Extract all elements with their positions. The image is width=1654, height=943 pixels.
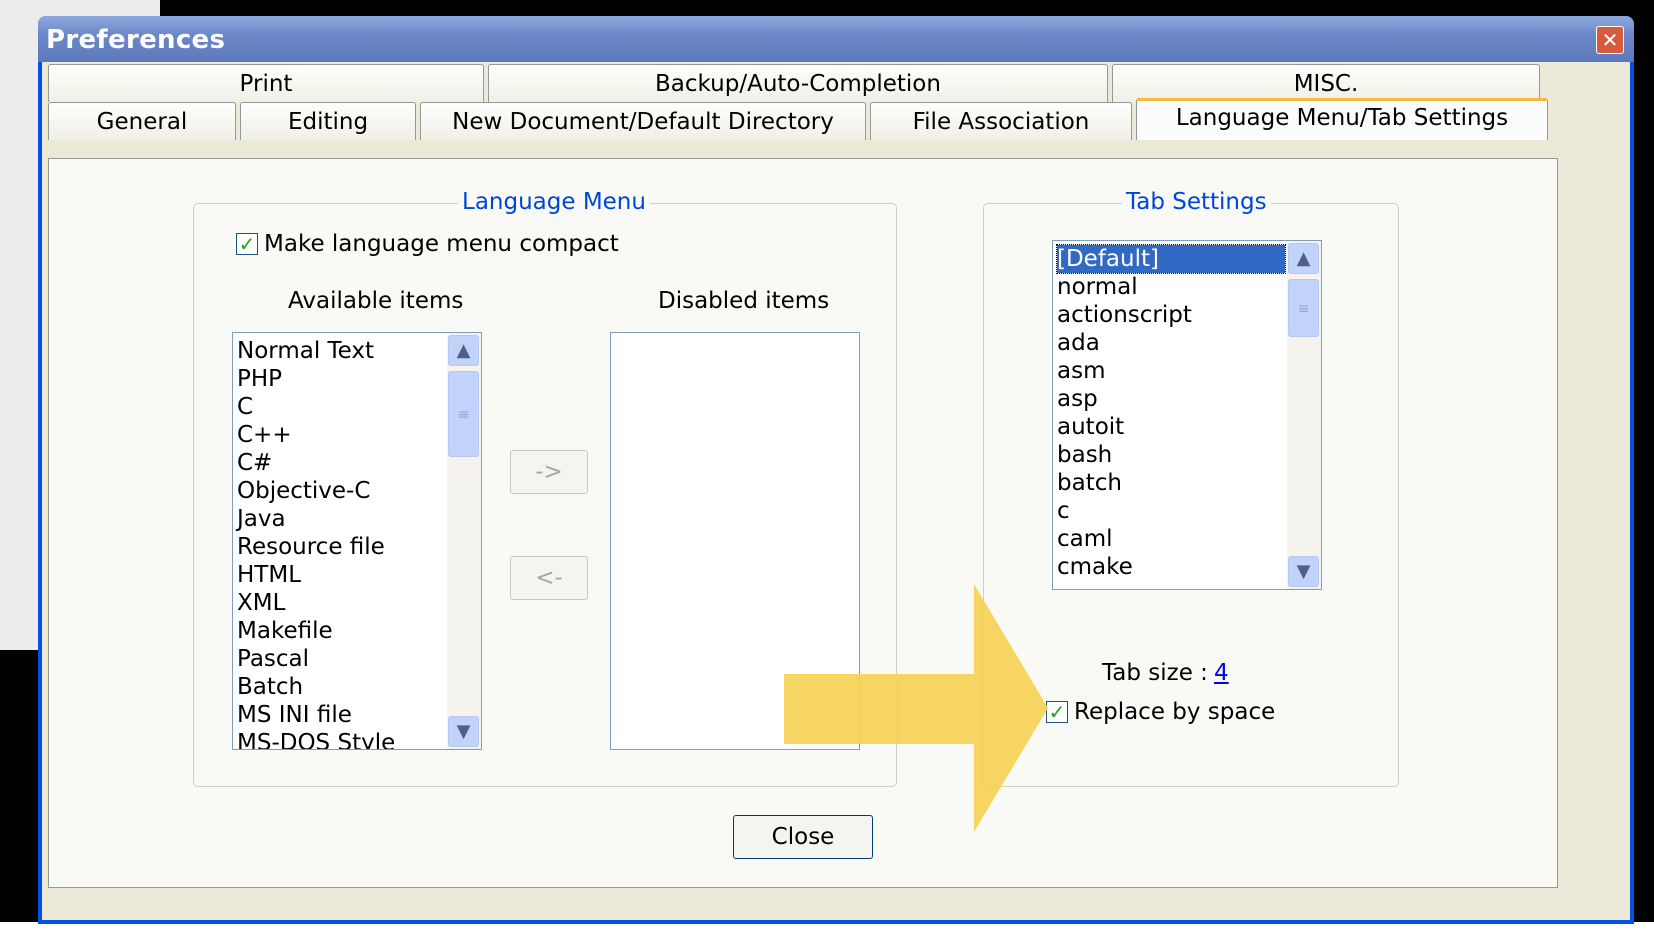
tab-settings-legend: Tab Settings: [1122, 189, 1271, 215]
list-item[interactable]: PHP: [237, 365, 445, 393]
tab-new-document-default-directory[interactable]: New Document/Default Directory: [420, 102, 866, 140]
list-item[interactable]: MS INI file: [237, 701, 445, 729]
list-item[interactable]: Batch: [237, 673, 445, 701]
list-item[interactable]: HTML: [237, 561, 445, 589]
list-item[interactable]: caml: [1057, 525, 1285, 553]
language-tab-scrollbar[interactable]: ▲ ≡ ▼: [1287, 241, 1321, 589]
close-icon[interactable]: ✕: [1596, 26, 1624, 54]
move-left-button[interactable]: <-: [510, 556, 588, 600]
title-bar[interactable]: Preferences ✕: [38, 16, 1634, 62]
scroll-down-icon[interactable]: ▼: [448, 716, 479, 747]
tab-misc[interactable]: MISC.: [1112, 64, 1540, 102]
list-item[interactable]: C++: [237, 421, 445, 449]
list-item[interactable]: asp: [1057, 385, 1285, 413]
tab-editing[interactable]: Editing: [240, 102, 416, 140]
scroll-down-icon[interactable]: ▼: [1288, 556, 1319, 587]
tab-print[interactable]: Print: [48, 64, 484, 102]
replace-by-space-label: Replace by space: [1074, 699, 1276, 725]
list-item[interactable]: actionscript: [1057, 301, 1285, 329]
list-item[interactable]: Java: [237, 505, 445, 533]
language-menu-legend: Language Menu: [458, 189, 650, 215]
language-tab-list[interactable]: [Default] normal actionscript ada asm as…: [1052, 240, 1322, 590]
window-title: Preferences: [46, 25, 226, 55]
list-item[interactable]: cmake: [1057, 553, 1285, 581]
list-item[interactable]: Resource file: [237, 533, 445, 561]
check-icon[interactable]: ✓: [236, 232, 258, 256]
scroll-thumb[interactable]: ≡: [1288, 279, 1319, 337]
tab-size-value-link[interactable]: 4: [1214, 660, 1229, 686]
list-item[interactable]: Makefile: [237, 617, 445, 645]
available-items-list[interactable]: Normal Text PHP C C++ C# Objective-C Jav…: [232, 332, 482, 750]
list-item[interactable]: asm: [1057, 357, 1285, 385]
replace-by-space-checkbox[interactable]: ✓ Replace by space: [1046, 699, 1275, 725]
scroll-thumb[interactable]: ≡: [448, 371, 479, 457]
list-item-selected[interactable]: [Default]: [1056, 244, 1286, 274]
list-item[interactable]: batch: [1057, 469, 1285, 497]
tab-file-association[interactable]: File Association: [870, 102, 1132, 140]
highlight-arrow-icon: [784, 584, 1048, 832]
list-item[interactable]: ada: [1057, 329, 1285, 357]
language-tab-items: [Default] normal actionscript ada asm as…: [1056, 244, 1286, 581]
tab-language-menu-tab-settings[interactable]: Language Menu/Tab Settings: [1136, 98, 1548, 140]
background-white-strip: [0, 922, 1654, 943]
list-item[interactable]: C#: [237, 449, 445, 477]
list-item[interactable]: bash: [1057, 441, 1285, 469]
tab-size-label: Tab size :: [1102, 660, 1208, 686]
list-item[interactable]: XML: [237, 589, 445, 617]
compact-menu-label: Make language menu compact: [264, 231, 619, 257]
list-item[interactable]: autoit: [1057, 413, 1285, 441]
list-item[interactable]: c: [1057, 497, 1285, 525]
available-scrollbar[interactable]: ▲ ≡ ▼: [447, 333, 481, 749]
list-item[interactable]: MS-DOS Style: [237, 729, 445, 749]
disabled-items-label: Disabled items: [658, 288, 830, 314]
available-items-label: Available items: [288, 288, 464, 314]
tab-backup-auto-completion[interactable]: Backup/Auto-Completion: [488, 64, 1108, 102]
list-item[interactable]: normal: [1057, 273, 1285, 301]
scroll-up-icon[interactable]: ▲: [448, 335, 479, 366]
tab-general[interactable]: General: [48, 102, 236, 140]
list-item[interactable]: C: [237, 393, 445, 421]
compact-menu-checkbox[interactable]: ✓ Make language menu compact: [236, 231, 619, 257]
scroll-up-icon[interactable]: ▲: [1288, 243, 1319, 274]
list-item[interactable]: Normal Text: [237, 337, 445, 365]
list-item[interactable]: Pascal: [237, 645, 445, 673]
list-item[interactable]: Objective-C: [237, 477, 445, 505]
available-items: Normal Text PHP C C++ C# Objective-C Jav…: [237, 337, 445, 749]
move-right-button[interactable]: ->: [510, 450, 588, 494]
